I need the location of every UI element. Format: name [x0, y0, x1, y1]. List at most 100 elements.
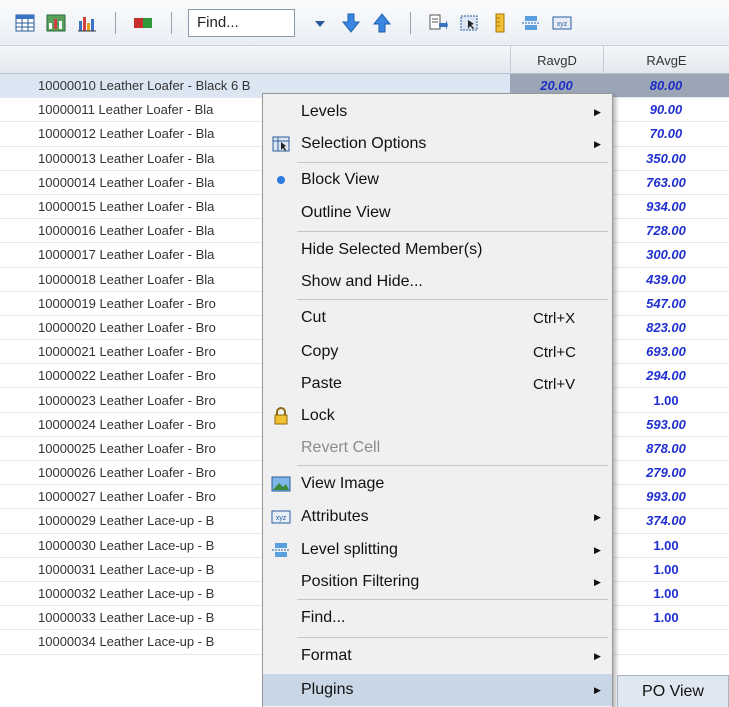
menu-item-lock[interactable]: Lock [263, 400, 612, 432]
cell-ravge[interactable]: 1.00 [603, 534, 729, 557]
column-header-ravgd[interactable]: RavgD [510, 46, 603, 74]
selection-button[interactable] [458, 12, 480, 34]
cell-ravge[interactable]: 1.00 [603, 558, 729, 581]
row-member-name: 10000020 Leather Loafer - Bro [38, 319, 216, 335]
cell-ravge[interactable]: 934.00 [603, 195, 729, 218]
menu-item-block-view[interactable]: Block View [263, 164, 612, 196]
submenu-arrow-icon: ▶ [594, 684, 601, 695]
menu-item-attributes[interactable]: xyz Attributes ▶ [263, 501, 612, 533]
cell-ravge[interactable]: 1.00 [603, 606, 729, 629]
menu-separator [297, 231, 608, 232]
cell-ravge[interactable]: 80.00 [603, 74, 729, 98]
find-previous-button[interactable] [371, 12, 393, 34]
menu-item-label: Selection Options [301, 135, 427, 152]
menu-item-plugins[interactable]: Plugins ▶ [263, 674, 612, 706]
chart-image-button[interactable] [45, 12, 67, 34]
cell-ravge[interactable]: 439.00 [603, 268, 729, 291]
level-split-icon [522, 15, 540, 30]
menu-item-outline-view[interactable]: Outline View [263, 197, 612, 229]
ruler-button[interactable] [489, 12, 511, 34]
menu-item-cut[interactable]: Cut Ctrl+X [263, 302, 612, 334]
radio-selected-icon [271, 170, 291, 190]
row-member-name: 10000029 Leather Lace-up - B [38, 513, 215, 529]
menu-item-paste[interactable]: Paste Ctrl+V [263, 368, 612, 400]
svg-text:xyz: xyz [276, 515, 287, 522]
menu-item-label: Copy [301, 343, 339, 360]
cell-ravge[interactable]: 300.00 [603, 243, 729, 266]
row-member-name: 10000024 Leather Loafer - Bro [38, 416, 216, 432]
image-icon [271, 474, 291, 494]
cell-ravge[interactable]: 1.00 [603, 388, 729, 411]
row-member-name: 10000011 Leather Loafer - Bla [38, 102, 214, 118]
dropdown-arrow-icon [315, 20, 325, 27]
export-icon [429, 14, 448, 30]
column-header-ravge[interactable]: RAvgE [603, 46, 729, 74]
grid-view-button[interactable] [14, 12, 36, 34]
menu-item-label: Position Filtering [301, 573, 420, 590]
menu-item-view-image[interactable]: View Image [263, 468, 612, 500]
cell-ravge[interactable]: 878.00 [603, 437, 729, 460]
bar-chart-icon [78, 16, 96, 31]
cell-ravge[interactable]: 374.00 [603, 509, 729, 532]
menu-item-levels[interactable]: Levels ▶ [263, 96, 612, 128]
submenu-arrow-icon: ▶ [594, 511, 601, 522]
menu-item-find[interactable]: Find... [263, 602, 612, 634]
menu-item-copy[interactable]: Copy Ctrl+C [263, 336, 612, 368]
svg-text:xyz: xyz [557, 21, 568, 28]
toolbar-separator [410, 11, 411, 34]
menu-item-hide-selected[interactable]: Hide Selected Member(s) [263, 234, 612, 266]
menu-item-selection-options[interactable]: Selection Options ▶ [263, 128, 612, 160]
cell-ravge[interactable] [603, 630, 729, 653]
color-block-icon [134, 17, 152, 28]
download-arrow-icon [341, 13, 361, 33]
attributes-button[interactable]: xyz [551, 12, 573, 34]
find-next-button[interactable] [340, 12, 362, 34]
cell-ravge[interactable]: 823.00 [603, 316, 729, 339]
menu-item-revert-cell[interactable]: Revert Cell [263, 432, 612, 464]
menu-item-label: Levels [301, 103, 348, 120]
menu-item-label: Lock [301, 407, 335, 424]
level-split-icon [271, 540, 291, 560]
find-input[interactable]: Find... [188, 8, 295, 37]
export-button[interactable] [427, 12, 449, 34]
menu-item-label: Show and Hide... [301, 273, 423, 290]
cell-ravge[interactable]: 1.00 [603, 582, 729, 605]
cell-ravge[interactable]: 693.00 [603, 340, 729, 363]
row-member-name: 10000033 Leather Lace-up - B [38, 610, 215, 626]
cell-ravge[interactable]: 294.00 [603, 364, 729, 387]
menu-item-show-hide[interactable]: Show and Hide... [263, 266, 612, 298]
cell-ravge[interactable]: 593.00 [603, 413, 729, 436]
row-member-name: 10000032 Leather Lace-up - B [38, 586, 215, 602]
row-member-name: 10000031 Leather Lace-up - B [38, 561, 215, 577]
submenu-po-view[interactable]: PO View [617, 675, 729, 707]
cell-ravge[interactable]: 350.00 [603, 147, 729, 170]
row-member-name: 10000030 Leather Lace-up - B [38, 537, 215, 553]
menu-item-shortcut: Ctrl+V [533, 375, 576, 393]
level-split-button[interactable] [520, 12, 542, 34]
chart-image-icon [46, 14, 66, 31]
cell-ravge[interactable]: 90.00 [603, 98, 729, 121]
row-member-name: 10000010 Leather Loafer - Black 6 B [38, 78, 251, 94]
submenu-arrow-icon: ▶ [594, 138, 601, 149]
cell-ravge[interactable]: 279.00 [603, 461, 729, 484]
cell-ravge[interactable]: 70.00 [603, 122, 729, 145]
row-member-name: 10000019 Leather Loafer - Bro [38, 295, 216, 311]
cell-ravge[interactable]: 547.00 [603, 292, 729, 315]
menu-item-level-splitting[interactable]: Level splitting ▶ [263, 534, 612, 566]
cell-ravge[interactable]: 763.00 [603, 171, 729, 194]
submenu-arrow-icon: ▶ [594, 106, 601, 117]
color-button[interactable] [132, 12, 154, 34]
row-member-name: 10000017 Leather Loafer - Bla [38, 247, 215, 263]
menu-item-format[interactable]: Format ▶ [263, 640, 612, 672]
menu-separator [297, 637, 608, 638]
cell-ravge[interactable]: 993.00 [603, 485, 729, 508]
row-member-name: 10000013 Leather Loafer - Bla [38, 150, 215, 166]
ruler-icon [495, 13, 505, 32]
bar-chart-button[interactable] [76, 12, 98, 34]
row-member-name: 10000016 Leather Loafer - Bla [38, 223, 215, 239]
menu-item-position-filtering[interactable]: Position Filtering ▶ [263, 566, 612, 598]
submenu-item-label: PO View [642, 682, 704, 700]
find-dropdown-button[interactable] [309, 12, 331, 34]
menu-item-label: Hide Selected Member(s) [301, 241, 483, 258]
cell-ravge[interactable]: 728.00 [603, 219, 729, 242]
